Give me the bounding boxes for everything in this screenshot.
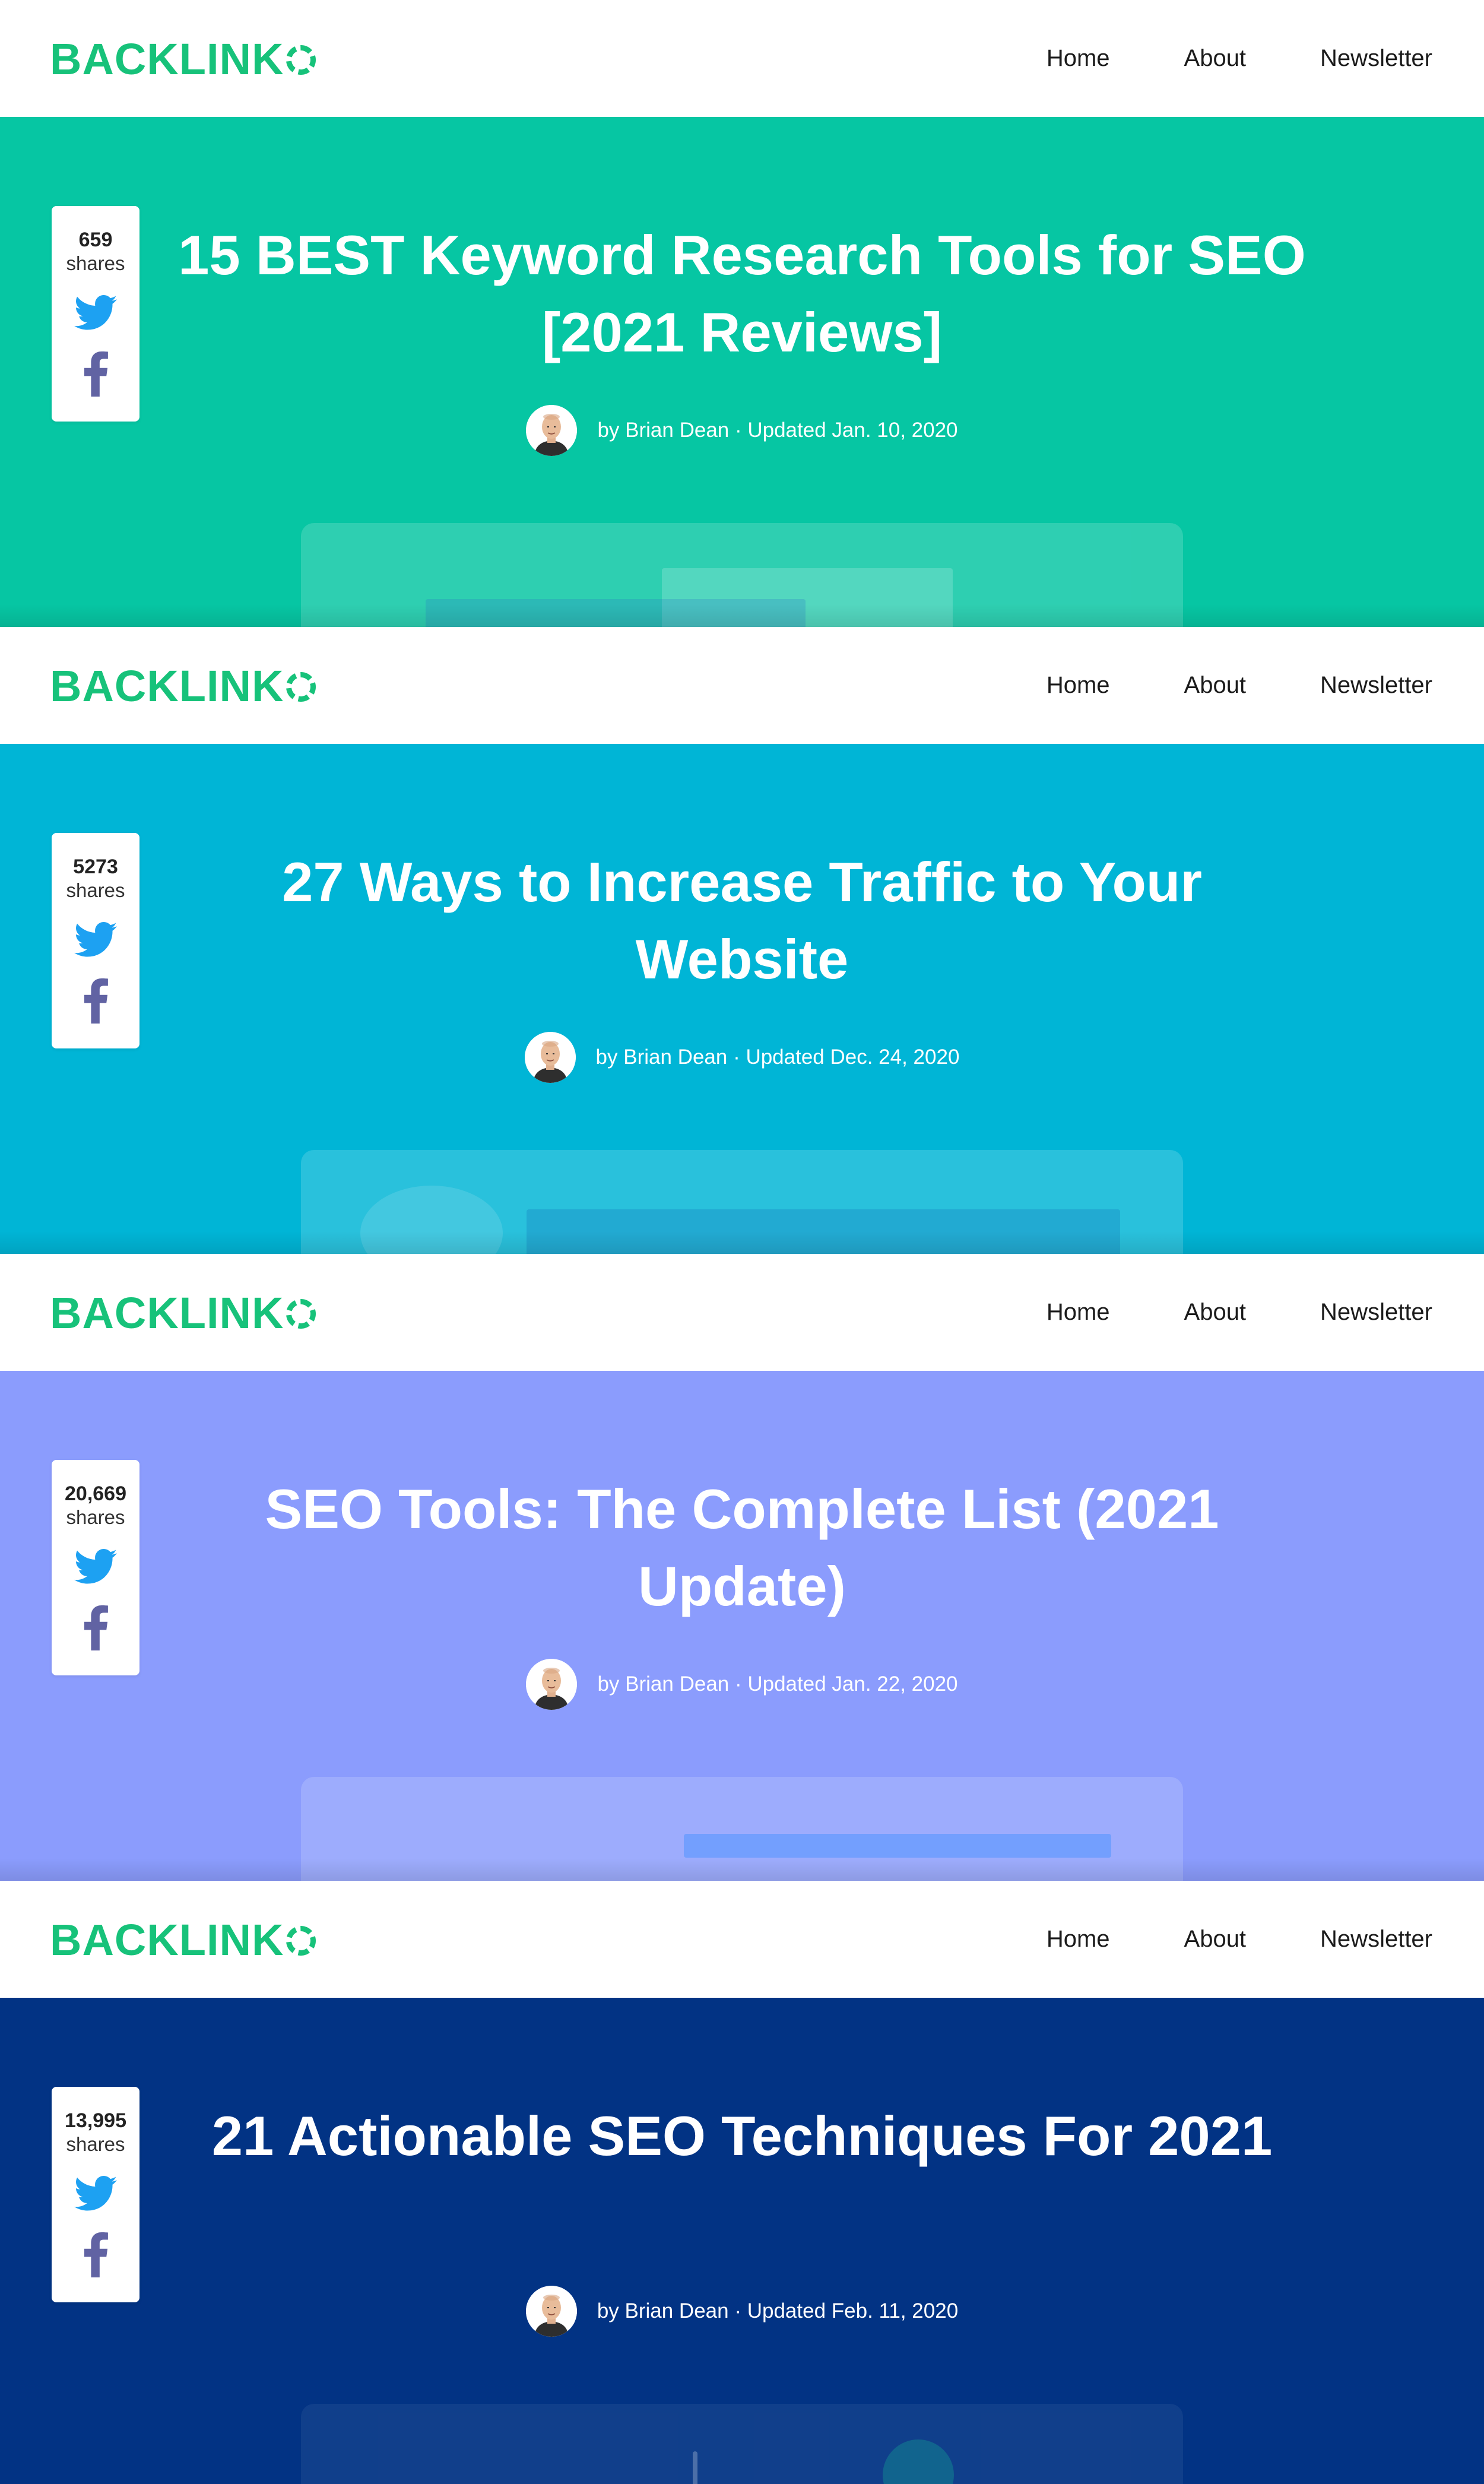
twitter-icon[interactable]	[74, 1549, 117, 1585]
post-title: 27 Ways to Increase Traffic to Your Webs…	[282, 851, 1202, 990]
site-header: BACKLINK Home About Newsletter	[0, 1881, 1484, 1998]
main-nav: Home About Newsletter	[972, 1881, 1432, 1998]
nav-home[interactable]: Home	[1047, 1926, 1110, 1953]
byline: by Brian Dean · Updated Jan. 22, 2020	[0, 1658, 1484, 1711]
byline-text: by Brian Dean · Updated Dec. 24, 2020	[595, 1045, 960, 1069]
share-label: shares	[66, 252, 125, 274]
byline-text: by Brian Dean · Updated Jan. 22, 2020	[597, 1672, 958, 1696]
author-avatar[interactable]	[525, 2286, 577, 2337]
byline: by Brian Dean · Updated Jan. 10, 2020	[0, 404, 1484, 457]
facebook-icon[interactable]	[79, 978, 112, 1024]
logo-o-ring	[286, 1926, 316, 1956]
share-count: 13,995	[65, 2109, 126, 2132]
backlinko-logo[interactable]: BACKLINK	[50, 31, 316, 88]
post-title: SEO Tools: The Complete List (2021 Updat…	[265, 1478, 1219, 1617]
byline-text: by Brian Dean · Updated Feb. 11, 2020	[597, 2299, 959, 2323]
share-box: 659 shares	[52, 206, 139, 422]
post-hero: 13,995 shares 21 Actionable SEO Techniqu…	[0, 1998, 1484, 2484]
share-box: 13,995 shares	[52, 2087, 139, 2302]
backlinko-logo[interactable]: BACKLINK	[50, 658, 316, 715]
backlinko-logo[interactable]: BACKLINK	[50, 1912, 316, 1969]
share-box: 20,669 shares	[52, 1460, 139, 1675]
logo-o-ring	[286, 1299, 316, 1329]
site-header: BACKLINK Home About Newsletter	[0, 627, 1484, 744]
byline: by Brian Dean · Updated Dec. 24, 2020	[0, 1031, 1484, 1084]
share-count: 20,669	[65, 1482, 126, 1505]
post-screenshot-4: BACKLINK Home About Newsletter 13,995 sh…	[0, 1881, 1484, 2484]
nav-about[interactable]: About	[1184, 45, 1247, 72]
share-label: shares	[66, 2133, 125, 2155]
facebook-icon[interactable]	[79, 351, 112, 397]
post-title: 21 Actionable SEO Techniques For 2021	[211, 2105, 1273, 2167]
nav-home[interactable]: Home	[1047, 45, 1110, 72]
nav-newsletter[interactable]: Newsletter	[1320, 1299, 1432, 1326]
author-avatar[interactable]	[524, 1032, 576, 1083]
nav-newsletter[interactable]: Newsletter	[1320, 45, 1432, 72]
site-header: BACKLINK Home About Newsletter	[0, 0, 1484, 117]
backlinko-logo[interactable]: BACKLINK	[50, 1285, 316, 1342]
nav-about[interactable]: About	[1184, 1926, 1247, 1953]
main-nav: Home About Newsletter	[972, 627, 1432, 744]
share-count: 5273	[73, 856, 118, 878]
main-nav: Home About Newsletter	[972, 1254, 1432, 1371]
twitter-icon[interactable]	[74, 922, 117, 958]
twitter-icon[interactable]	[74, 2176, 117, 2211]
nav-newsletter[interactable]: Newsletter	[1320, 1926, 1432, 1953]
facebook-icon[interactable]	[79, 1605, 112, 1650]
nav-about[interactable]: About	[1184, 1299, 1247, 1326]
share-label: shares	[66, 1506, 125, 1528]
post-screenshot-2: BACKLINK Home About Newsletter 5273 shar…	[0, 627, 1484, 1254]
facebook-icon[interactable]	[79, 2232, 112, 2277]
post-hero: 659 shares 15 BEST Keyword Research Tool…	[0, 117, 1484, 627]
byline-text: by Brian Dean · Updated Jan. 10, 2020	[597, 419, 958, 442]
hero-shadow	[0, 604, 1484, 627]
share-box: 5273 shares	[52, 833, 139, 1048]
post-hero: 20,669 shares SEO Tools: The Complete Li…	[0, 1371, 1484, 1881]
post-screenshot-3: BACKLINK Home About Newsletter 20,669 sh…	[0, 1254, 1484, 1881]
site-header: BACKLINK Home About Newsletter	[0, 1254, 1484, 1371]
main-nav: Home About Newsletter	[972, 0, 1432, 117]
byline: by Brian Dean · Updated Feb. 11, 2020	[0, 2285, 1484, 2338]
twitter-icon[interactable]	[74, 295, 117, 331]
post-title: 15 BEST Keyword Research Tools for SEO […	[178, 224, 1306, 363]
post-hero: 5273 shares 27 Ways to Increase Traffic …	[0, 744, 1484, 1254]
logo-o-ring	[286, 672, 316, 702]
featured-image	[301, 2404, 1183, 2484]
author-avatar[interactable]	[526, 405, 578, 456]
nav-about[interactable]: About	[1184, 672, 1247, 699]
nav-newsletter[interactable]: Newsletter	[1320, 672, 1432, 699]
logo-o-ring	[286, 45, 316, 75]
hero-shadow	[0, 1231, 1484, 1254]
author-avatar[interactable]	[526, 1659, 578, 1710]
share-label: shares	[66, 879, 125, 901]
share-count: 659	[78, 229, 113, 251]
nav-home[interactable]: Home	[1047, 672, 1110, 699]
hero-shadow	[0, 1858, 1484, 1881]
post-screenshot-1: BACKLINK Home About Newsletter 659 share…	[0, 0, 1484, 627]
nav-home[interactable]: Home	[1047, 1299, 1110, 1326]
